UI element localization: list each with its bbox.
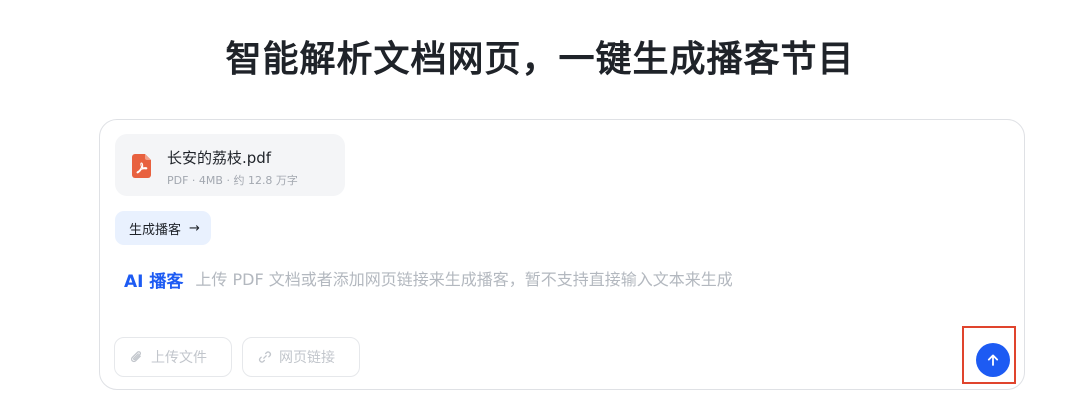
send-button[interactable] [976,343,1010,377]
upload-file-button[interactable]: 上传文件 [114,337,232,377]
upload-file-label: 上传文件 [151,350,207,366]
attached-file-card[interactable]: 长安的荔枝.pdf PDF · 4MB · 约 12.8 万字 [115,134,345,196]
podcast-composer: 长安的荔枝.pdf PDF · 4MB · 约 12.8 万字 生成播客 → A… [99,119,1025,390]
ai-podcast-tag: AI 播客 [124,272,184,292]
prompt-row: AI 播客 [124,267,876,292]
file-meta: PDF · 4MB · 约 12.8 万字 [167,174,298,187]
pdf-file-icon [132,154,151,178]
generate-podcast-label: 生成播客 [129,222,182,238]
file-name: 长安的荔枝.pdf [167,149,272,167]
podcast-page: 智能解析文档网页，一键生成播客节目 长安的荔枝.pdf PDF · 4MB · … [0,0,1080,411]
page-title: 智能解析文档网页，一键生成播客节目 [225,39,855,80]
link-icon [258,351,272,363]
generate-podcast-button[interactable]: 生成播客 → [115,211,211,245]
prompt-input[interactable] [195,270,876,289]
web-link-label: 网页链接 [279,350,335,366]
web-link-button[interactable]: 网页链接 [242,337,360,377]
arrow-right-icon: → [189,220,200,236]
paperclip-icon [131,351,141,363]
arrow-up-icon [987,354,999,366]
